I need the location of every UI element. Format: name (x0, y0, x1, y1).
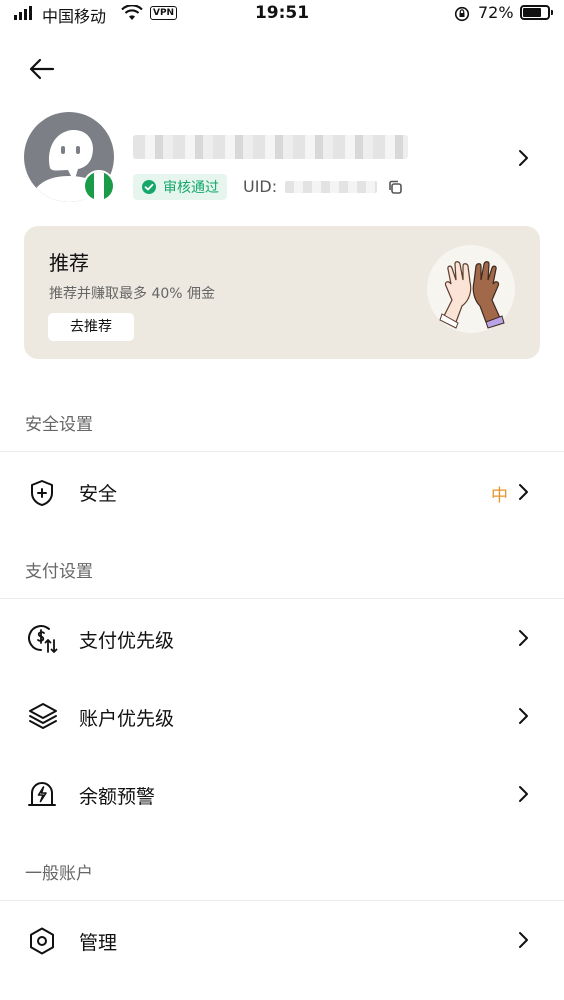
referral-title: 推荐 (49, 251, 89, 275)
refer-button[interactable]: 去推荐 (48, 313, 134, 341)
menu-label-account-priority: 账户优先级 (79, 708, 175, 730)
high-five-illustration-icon (427, 245, 515, 333)
shield-plus-icon (31, 480, 53, 506)
section-title-security: 安全设置 (25, 415, 93, 435)
status-bar: 中国移动 VPN 19:51 72% (0, 0, 564, 28)
menu-label-manage: 管理 (79, 932, 118, 954)
check-circle-icon (142, 180, 156, 194)
profile-chevron-right-icon[interactable] (518, 149, 530, 167)
country-flag-icon (83, 170, 115, 202)
menu-row-payment-priority[interactable]: 支付优先级 (0, 599, 564, 677)
orientation-lock-icon (454, 6, 470, 22)
menu-row-account-priority[interactable]: 账户优先级 (0, 677, 564, 755)
layers-icon (29, 703, 57, 729)
chevron-right-icon (519, 630, 528, 646)
chevron-right-icon (519, 708, 528, 724)
dollar-sort-icon (28, 625, 58, 653)
menu-row-security[interactable]: 安全 中 (0, 452, 564, 532)
menu-row-balance-alert[interactable]: 余额预警 (0, 755, 564, 833)
menu-label-security: 安全 (79, 483, 118, 505)
username-redacted (133, 135, 408, 159)
chevron-right-icon (519, 484, 528, 500)
uid-label: UID: (243, 177, 278, 196)
battery-percent: 72% (478, 3, 514, 22)
hexagon-icon (30, 927, 54, 955)
copy-icon[interactable] (387, 179, 403, 195)
security-level-badge: 中 (491, 486, 508, 506)
chevron-right-icon (519, 786, 528, 802)
section-title-general: 一般账户 (25, 864, 93, 884)
menu-label-balance-alert: 余额预警 (79, 786, 156, 808)
verification-badge: 审核通过 (133, 174, 227, 200)
menu-row-manage[interactable]: 管理 (0, 901, 564, 981)
back-arrow-icon[interactable] (28, 57, 55, 81)
menu-label-payment-priority: 支付优先级 (79, 630, 175, 652)
referral-subtitle: 推荐并赚取最多 40% 佣金 (49, 286, 216, 302)
chevron-right-icon (519, 932, 528, 948)
verification-status-text: 审核通过 (163, 180, 219, 196)
bell-bolt-icon (28, 782, 56, 806)
referral-card[interactable]: 推荐 推荐并赚取最多 40% 佣金 去推荐 (24, 226, 540, 359)
battery-icon (520, 5, 550, 20)
uid-value-redacted (285, 181, 377, 193)
section-title-payment: 支付设置 (25, 562, 93, 582)
